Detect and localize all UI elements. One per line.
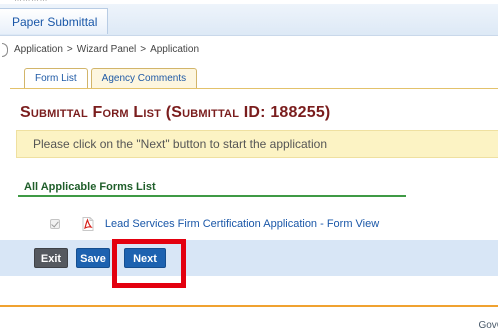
nav-tab-paper-submittal[interactable]: Paper Submittal — [0, 8, 109, 34]
save-button[interactable]: Save — [76, 248, 110, 268]
page-title: Submittal Form List (Submittal ID: 18825… — [20, 104, 331, 121]
button-bar: Exit Save Next — [0, 240, 498, 276]
list-item: Lead Services Firm Certification Applica… — [50, 215, 379, 231]
nav-bar: Paper Submittal — [0, 4, 498, 36]
instruction-notice: Please click on the "Next" button to sta… — [16, 130, 498, 158]
breadcrumb-separator: > — [66, 44, 73, 55]
tab-form-list[interactable]: Form List — [24, 68, 88, 88]
pdf-icon — [82, 216, 94, 231]
breadcrumb-separator: > — [140, 44, 147, 55]
exit-button[interactable]: Exit — [34, 248, 68, 268]
breadcrumb-item-application[interactable]: Application — [14, 44, 63, 55]
footer-divider — [0, 305, 498, 307]
collapse-handle-icon[interactable] — [2, 43, 8, 57]
top-strip-text: ………… — [14, 0, 48, 3]
section-divider — [18, 195, 406, 197]
next-button[interactable]: Next — [124, 248, 166, 268]
form-link[interactable]: Lead Services Firm Certification Applica… — [105, 218, 379, 230]
breadcrumb: Application > Wizard Panel > Application — [14, 44, 199, 55]
breadcrumb-item-wizard-panel[interactable]: Wizard Panel — [77, 44, 136, 55]
tab-agency-comments[interactable]: Agency Comments — [90, 68, 198, 88]
forms-section-header: All Applicable Forms List — [24, 181, 156, 193]
breadcrumb-item-current: Application — [150, 44, 199, 55]
checkmark-icon — [51, 219, 59, 228]
tab-strip: Form List Agency Comments — [24, 68, 200, 88]
footer-text: GovC — [478, 320, 498, 331]
tab-divider — [10, 88, 498, 89]
form-checkbox[interactable] — [50, 218, 60, 229]
